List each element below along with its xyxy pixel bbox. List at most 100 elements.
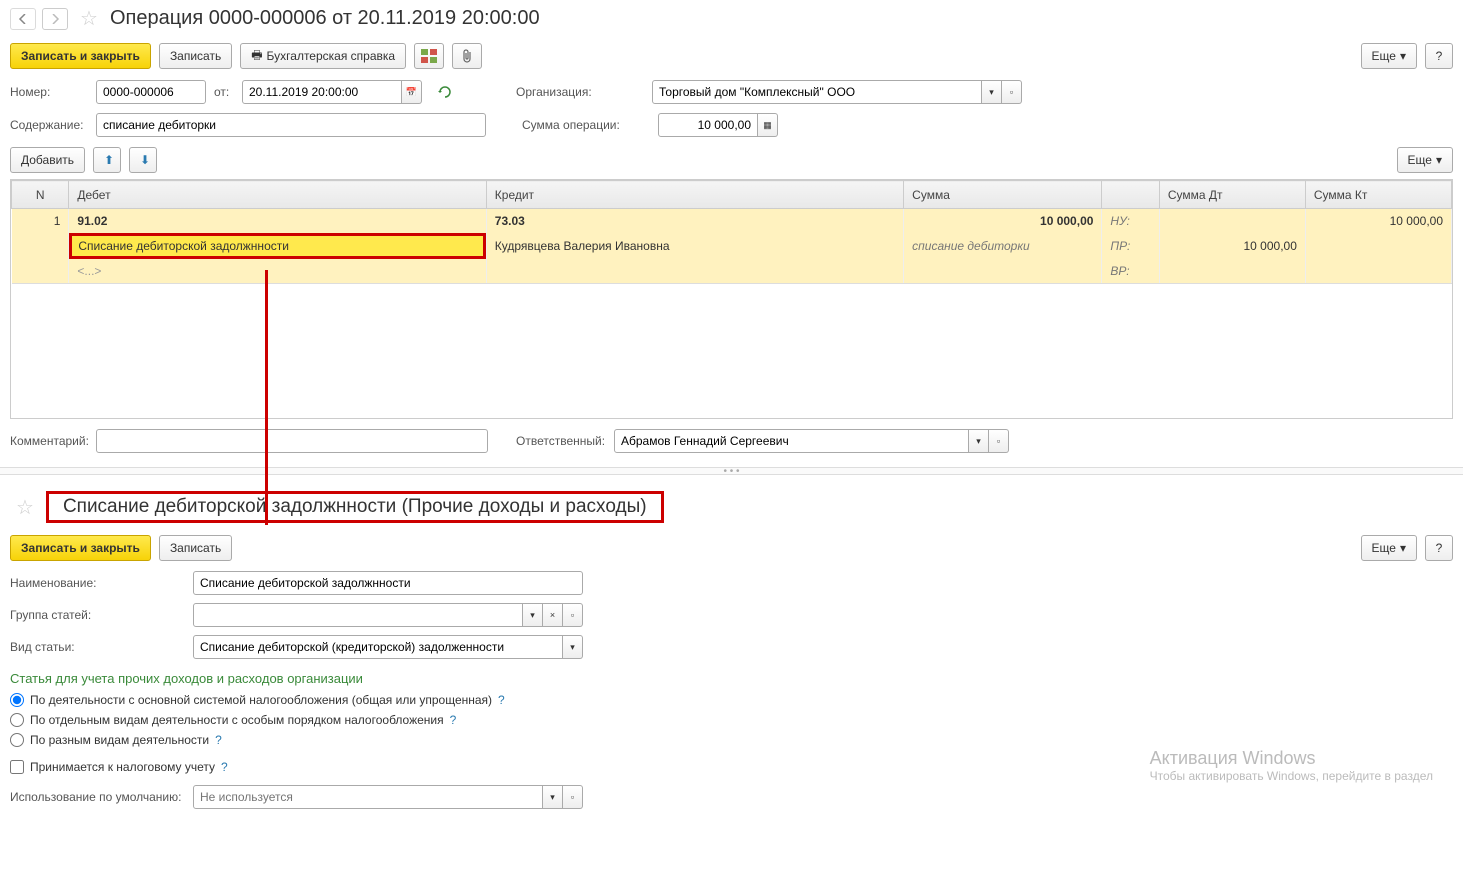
responsible-open-button[interactable]: ▫ bbox=[989, 429, 1009, 453]
cell-vr-label: ВР: bbox=[1102, 259, 1159, 284]
watermark-sub: Чтобы активировать Windows, перейдите в … bbox=[1150, 769, 1433, 783]
default-usage-label: Использование по умолчанию: bbox=[10, 790, 185, 804]
help-icon[interactable]: ? bbox=[221, 760, 228, 774]
organization-dropdown-button[interactable]: ▾ bbox=[982, 80, 1002, 104]
radio-special-activity[interactable] bbox=[10, 713, 24, 727]
card-help-button[interactable]: ? bbox=[1425, 535, 1453, 561]
chevron-down-icon: ▾ bbox=[550, 792, 555, 803]
card-group-clear-button[interactable]: × bbox=[543, 603, 563, 627]
card-name-label: Наименование: bbox=[10, 576, 185, 590]
comment-label: Комментарий: bbox=[10, 434, 88, 448]
card-group-dropdown-button[interactable]: ▾ bbox=[523, 603, 543, 627]
table-row[interactable]: 1 91.02 73.03 10 000,00 НУ: 10 000,00 bbox=[12, 209, 1452, 234]
radio-main-activity[interactable] bbox=[10, 693, 24, 707]
table-more-button[interactable]: Еще ▾ bbox=[1397, 147, 1453, 173]
from-label: от: bbox=[214, 85, 234, 99]
cell-debit-subconto-empty: <...> bbox=[69, 259, 486, 284]
radio-special-activity-label: По отдельным видам деятельности с особым… bbox=[30, 713, 444, 727]
move-up-button[interactable]: ⬆ bbox=[93, 147, 121, 173]
attach-button[interactable] bbox=[452, 43, 482, 69]
card-write-and-close-button[interactable]: Записать и закрыть bbox=[10, 535, 151, 561]
more-button[interactable]: Еще ▾ bbox=[1361, 43, 1417, 69]
nav-forward-button[interactable] bbox=[42, 8, 68, 30]
paperclip-icon bbox=[461, 49, 473, 63]
table-row[interactable]: <...> ВР: bbox=[12, 259, 1452, 284]
card-group-open-button[interactable]: ▫ bbox=[563, 603, 583, 627]
col-sum-dt[interactable]: Сумма Дт bbox=[1159, 181, 1305, 209]
help-button[interactable]: ? bbox=[1425, 43, 1453, 69]
refresh-icon bbox=[438, 85, 452, 99]
responsible-input[interactable] bbox=[614, 429, 969, 453]
write-button[interactable]: Записать bbox=[159, 43, 232, 69]
print-accounting-ref-button[interactable]: 🖶 Бухгалтерская справка bbox=[240, 43, 406, 69]
col-sum-kt[interactable]: Сумма Кт bbox=[1305, 181, 1451, 209]
card-more-button[interactable]: Еще ▾ bbox=[1361, 535, 1417, 561]
default-usage-input[interactable] bbox=[193, 785, 543, 809]
calculator-icon: ▦ bbox=[763, 120, 772, 131]
tax-accounting-checkbox[interactable] bbox=[10, 760, 24, 774]
arrow-down-icon: ⬇ bbox=[140, 153, 150, 167]
radio-various-activity[interactable] bbox=[10, 733, 24, 747]
calendar-button[interactable]: 📅 bbox=[402, 80, 422, 104]
organization-input[interactable] bbox=[652, 80, 982, 104]
card-group-label: Группа статей: bbox=[10, 608, 185, 622]
default-usage-dropdown-button[interactable]: ▾ bbox=[543, 785, 563, 809]
help-icon[interactable]: ? bbox=[450, 713, 457, 727]
open-icon: ▫ bbox=[571, 610, 574, 620]
responsible-dropdown-button[interactable]: ▾ bbox=[969, 429, 989, 453]
content-input[interactable] bbox=[96, 113, 486, 137]
col-tax-type[interactable] bbox=[1102, 181, 1159, 209]
calculator-button[interactable]: ▦ bbox=[758, 113, 778, 137]
organization-open-button[interactable]: ▫ bbox=[1002, 80, 1022, 104]
help-icon[interactable]: ? bbox=[215, 733, 222, 747]
table-row[interactable]: Списание дебиторской задолжнности Кудряв… bbox=[12, 233, 1452, 259]
write-and-close-button[interactable]: Записать и закрыть bbox=[10, 43, 151, 69]
cell-debit-subconto-highlighted[interactable]: Списание дебиторской задолжнности bbox=[69, 233, 485, 259]
sync-icon-button[interactable] bbox=[430, 79, 460, 105]
chevron-down-icon: ▾ bbox=[570, 642, 575, 653]
cell-pr-label: ПР: bbox=[1102, 233, 1159, 259]
window-divider[interactable]: • • • bbox=[0, 467, 1463, 475]
card-kind-input[interactable] bbox=[193, 635, 563, 659]
card-group-input[interactable] bbox=[193, 603, 523, 627]
entries-table[interactable]: N Дебет Кредит Сумма Сумма Дт Сумма Кт 1… bbox=[10, 179, 1453, 419]
cell-sum-dt: 10 000,00 bbox=[1159, 233, 1305, 259]
page-title: Операция 0000-000006 от 20.11.2019 20:00… bbox=[110, 7, 540, 30]
card-name-input[interactable] bbox=[193, 571, 583, 595]
dt-kt-icon bbox=[421, 49, 437, 63]
radio-row[interactable]: По отдельным видам деятельности с особым… bbox=[0, 710, 1463, 730]
comment-input[interactable] bbox=[96, 429, 488, 453]
arrow-up-icon: ⬆ bbox=[104, 153, 114, 167]
date-input[interactable] bbox=[242, 80, 402, 104]
operation-sum-input[interactable] bbox=[658, 113, 758, 137]
radio-various-activity-label: По разным видам деятельности bbox=[30, 733, 209, 747]
card-title: Списание дебиторской задолжнности (Прочи… bbox=[55, 494, 655, 519]
dt-kt-button[interactable] bbox=[414, 43, 444, 69]
nav-back-button[interactable] bbox=[10, 8, 36, 30]
card-more-label: Еще bbox=[1372, 541, 1396, 555]
help-icon[interactable]: ? bbox=[498, 693, 505, 707]
col-debit[interactable]: Дебет bbox=[69, 181, 486, 209]
radio-row[interactable]: По деятельности с основной системой нало… bbox=[0, 690, 1463, 710]
add-row-button[interactable]: Добавить bbox=[10, 147, 85, 173]
col-n[interactable]: N bbox=[12, 181, 69, 209]
col-credit[interactable]: Кредит bbox=[486, 181, 903, 209]
favorite-star-icon[interactable]: ☆ bbox=[80, 6, 98, 31]
card-write-button[interactable]: Записать bbox=[159, 535, 232, 561]
radio-row[interactable]: По разным видам деятельности ? bbox=[0, 730, 1463, 750]
card-kind-dropdown-button[interactable]: ▾ bbox=[563, 635, 583, 659]
chevron-down-icon: ▾ bbox=[530, 610, 535, 621]
print-ref-label: Бухгалтерская справка bbox=[267, 49, 396, 63]
cell-sum-kt: 10 000,00 bbox=[1305, 209, 1451, 234]
favorite-star-icon[interactable]: ☆ bbox=[16, 495, 34, 520]
open-icon: ▫ bbox=[1010, 87, 1013, 97]
operation-sum-label: Сумма операции: bbox=[522, 118, 650, 132]
number-input[interactable] bbox=[96, 80, 206, 104]
default-usage-open-button[interactable]: ▫ bbox=[563, 785, 583, 809]
cell-sum-kt bbox=[1305, 233, 1451, 259]
col-sum[interactable]: Сумма bbox=[904, 181, 1102, 209]
annotation-connector-line bbox=[265, 270, 268, 525]
open-icon: ▫ bbox=[571, 792, 574, 802]
tax-section-header: Статья для учета прочих доходов и расход… bbox=[0, 663, 1463, 690]
move-down-button[interactable]: ⬇ bbox=[129, 147, 157, 173]
